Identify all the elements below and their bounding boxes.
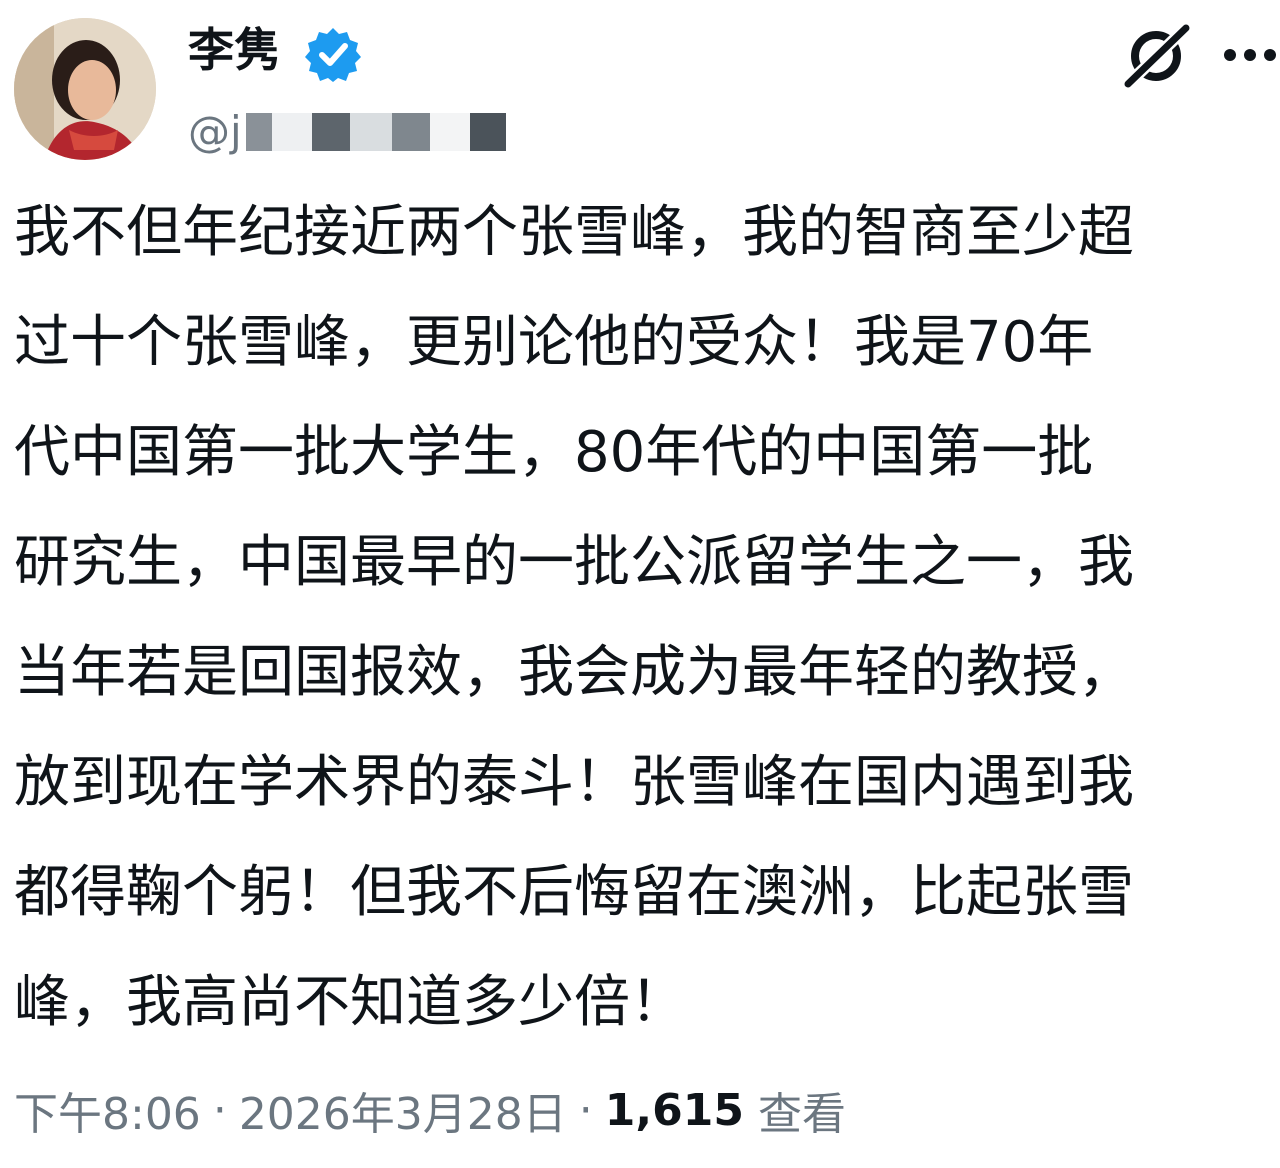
post-text-line: 峰，我高尚不知道多少倍！: [14, 970, 686, 1035]
views-label[interactable]: 查看: [758, 1078, 846, 1142]
post-text-line: 我不但年纪接近两个张雪峰，我的智商至少超: [14, 200, 1134, 265]
post-text-line: 当年若是回国报效，我会成为最年轻的教授，: [14, 640, 1134, 705]
verified-badge-icon[interactable]: [304, 26, 362, 82]
post-text-line: 研究生，中国最早的一批公派留学生之一，我: [14, 530, 1134, 595]
author-handle: @j: [188, 107, 242, 156]
post-text-line: 代中国第一批大学生，80年代的中国第一批: [14, 420, 1094, 485]
views-count[interactable]: 1,615: [605, 1085, 744, 1136]
post-text: 我不但年纪接近两个张雪峰，我的智商至少超 过十个张雪峰，更别论他的受众！我是70…: [14, 178, 1266, 1058]
post-time[interactable]: 下午8:06: [14, 1078, 201, 1142]
post-text-line: 放到现在学术界的泰斗！张雪峰在国内遇到我: [14, 750, 1134, 815]
avatar-image: [14, 18, 156, 160]
author-display-name[interactable]: 李隽: [188, 20, 280, 80]
grok-icon[interactable]: [1120, 22, 1192, 90]
post-text-line: 都得鞠个躬！但我不后悔留在澳洲，比起张雪: [14, 860, 1134, 925]
meta-separator: ·: [212, 1084, 227, 1136]
avatar[interactable]: [14, 18, 156, 160]
more-icon[interactable]: [1222, 42, 1278, 68]
post-meta: 下午8:06 · 2026年3月28日 · 1,615 查看: [14, 1078, 846, 1142]
redaction-mosaic: [245, 112, 506, 152]
author-handle-row[interactable]: @j: [188, 104, 506, 160]
meta-separator: ·: [578, 1084, 593, 1136]
post-text-line: 过十个张雪峰，更别论他的受众！我是70年: [14, 310, 1094, 375]
post-date[interactable]: 2026年3月28日: [239, 1078, 567, 1142]
